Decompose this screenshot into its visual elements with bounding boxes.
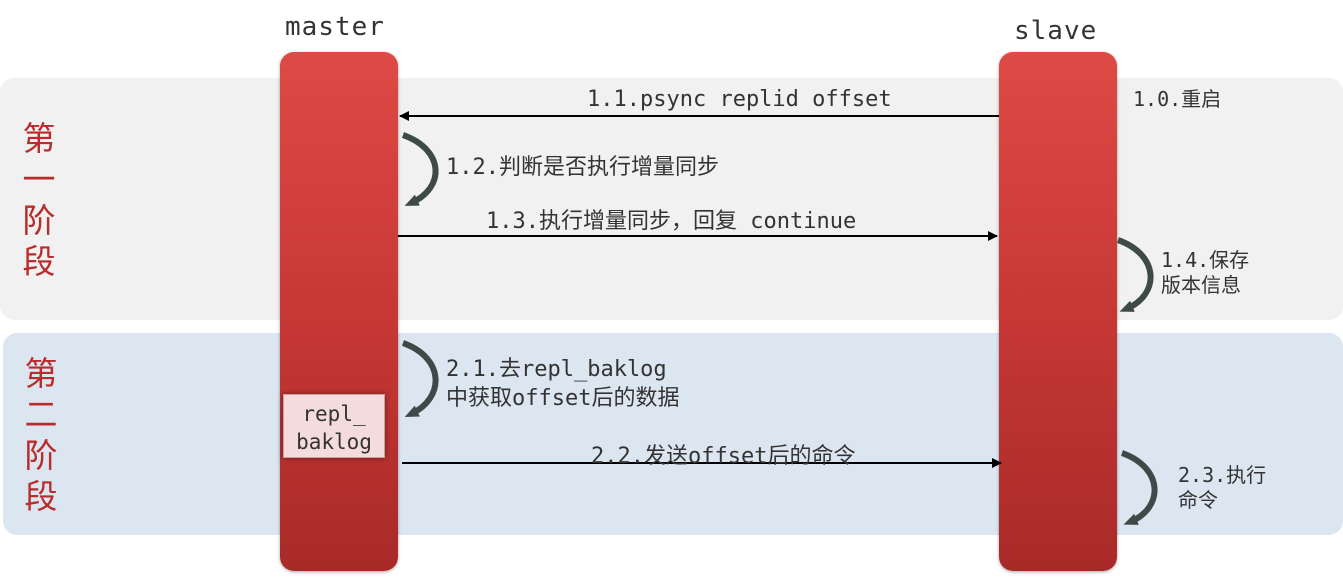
- self-loop-2-3: [1120, 450, 1158, 525]
- note-line: 1.4.保存: [1161, 248, 1250, 272]
- note-line: 2.3.执行: [1178, 463, 1267, 487]
- note-2-3: 2.3.执行 命令: [1178, 463, 1266, 513]
- message-2-2: 2.2.发送offset后的命令: [591, 444, 856, 469]
- note-line: 1.0.重启: [1133, 87, 1222, 111]
- self-loop-1-2: [401, 132, 439, 206]
- note-line: 版本信息: [1161, 273, 1241, 297]
- note-1-2: 1.2.判断是否执行增量同步: [446, 155, 719, 180]
- note-line: 中获取offset后的数据: [446, 386, 680, 411]
- note-line: 命令: [1178, 488, 1218, 512]
- note-1-4: 1.4.保存 版本信息: [1161, 248, 1249, 298]
- message-1-1: 1.1.psync replid offset: [587, 87, 892, 112]
- note-line: 2.1.去repl_baklog: [446, 357, 667, 382]
- note-line: 1.2.判断是否执行增量同步: [446, 155, 719, 180]
- note-2-1: 2.1.去repl_baklog 中获取offset后的数据: [446, 355, 679, 413]
- self-loop-2-1: [401, 340, 439, 417]
- self-loop-1-4: [1116, 237, 1154, 312]
- message-1-3: 1.3.执行增量同步，回复 continue: [486, 209, 857, 234]
- note-1-0: 1.0.重启: [1133, 87, 1221, 112]
